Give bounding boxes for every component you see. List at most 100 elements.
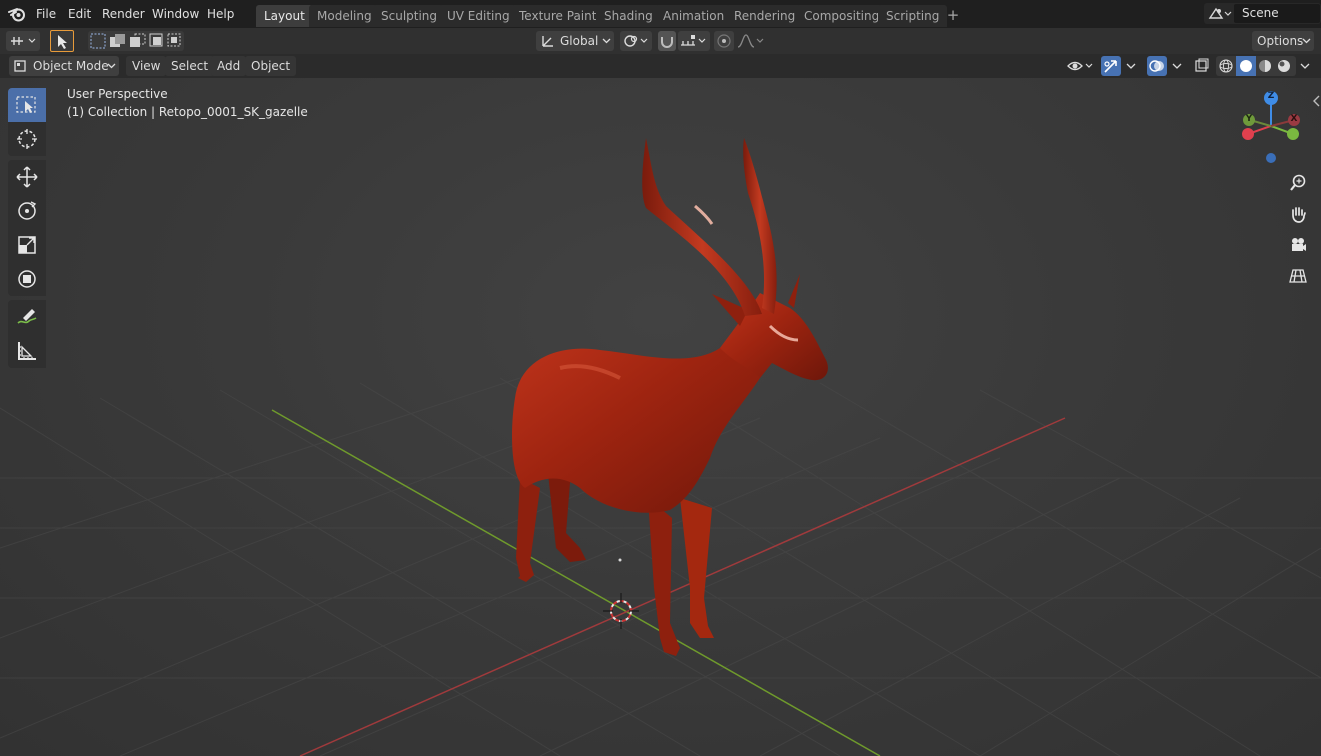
snap-increment-icon	[681, 35, 706, 46]
gizmo-neg-x-axis[interactable]	[1242, 128, 1254, 140]
tool-select-box[interactable]	[8, 88, 46, 122]
menu-window[interactable]: Window	[152, 0, 199, 28]
proportional-editing-toggle[interactable]	[714, 31, 734, 51]
tab-rendering[interactable]: Rendering	[726, 5, 804, 27]
overlays-toggle[interactable]	[1147, 56, 1167, 76]
mode-label: Object Mode	[33, 59, 109, 73]
pan-button[interactable]	[1285, 201, 1311, 227]
tab-scripting[interactable]: Scripting	[878, 5, 948, 27]
mode-selector[interactable]: Object Mode	[9, 56, 119, 76]
tool-move[interactable]	[8, 160, 46, 194]
3d-viewport[interactable]: User Perspective (1) Collection | Retopo…	[0, 78, 1321, 756]
tool-scale[interactable]	[8, 228, 46, 262]
snap-toggle[interactable]	[658, 31, 676, 51]
overlays-icon	[1149, 60, 1164, 72]
select-box-icon	[16, 96, 36, 113]
menu-render[interactable]: Render	[102, 0, 145, 28]
tool-transform[interactable]	[8, 262, 46, 296]
gizmo-dropdown[interactable]	[1123, 56, 1139, 76]
zoom-button[interactable]	[1285, 170, 1311, 196]
tab-sculpting[interactable]: Sculpting	[373, 5, 446, 27]
menu-object[interactable]: Object	[245, 56, 297, 76]
transform-orientation-dropdown[interactable]: Global	[536, 31, 614, 51]
gizmo-z-label: Z	[1267, 91, 1275, 101]
gizmo-toggle[interactable]	[1101, 56, 1121, 76]
ruler-icon	[18, 342, 36, 360]
cursor-arrow-icon	[58, 35, 67, 49]
tool-annotate[interactable]	[8, 300, 46, 334]
camera-view-button[interactable]	[1285, 232, 1311, 258]
transform-orientation-label: Global	[560, 34, 599, 48]
xray-toggle[interactable]	[1193, 56, 1211, 76]
menu-view[interactable]: View	[126, 56, 167, 76]
top-menu-bar: File Edit Render Window Help Layout Mode…	[0, 0, 1321, 28]
options-dropdown[interactable]: Options	[1252, 31, 1314, 51]
select-extend-icon[interactable]	[110, 34, 125, 47]
tool-cursor[interactable]	[8, 122, 46, 156]
viewport-perspective-label: User Perspective	[67, 87, 168, 101]
menu-select[interactable]: Select	[165, 56, 215, 76]
chevron-down-icon	[602, 38, 611, 44]
menu-help[interactable]: Help	[207, 0, 234, 28]
menu-file[interactable]: File	[36, 0, 56, 28]
overlays-dropdown[interactable]	[1169, 56, 1185, 76]
gizmo-y-label: Y	[1245, 114, 1253, 124]
wireframe-shading-icon[interactable]	[1219, 59, 1233, 73]
select-new-icon[interactable]	[90, 33, 106, 49]
eye-icon	[1067, 61, 1093, 71]
magnifier-icon	[1290, 174, 1306, 191]
transform-icon	[18, 270, 36, 288]
tool-settings-header: Global Options	[0, 28, 1321, 54]
gizmo-neg-z-axis[interactable]	[1266, 153, 1276, 163]
camera-icon	[1292, 238, 1306, 251]
falloff-curve-icon	[737, 34, 764, 48]
chevron-down-icon	[1172, 63, 1182, 69]
gizmo-neg-y-axis[interactable]	[1287, 128, 1299, 140]
orientation-global-icon	[542, 36, 553, 47]
perspective-toggle-button[interactable]	[1285, 263, 1311, 289]
tab-shading[interactable]: Shading	[596, 5, 661, 27]
select-invert-icon[interactable]	[149, 33, 163, 47]
select-box-tool-button[interactable]	[50, 30, 74, 52]
rotate-icon	[18, 201, 37, 220]
select-subtract-icon[interactable]	[130, 33, 146, 47]
tool-rotate[interactable]	[8, 194, 46, 228]
blender-logo-icon[interactable]	[8, 6, 26, 22]
shading-mode-group	[1216, 56, 1296, 76]
select-intersect-icon[interactable]	[167, 33, 181, 47]
tab-animation[interactable]: Animation	[655, 5, 733, 27]
options-label: Options	[1257, 34, 1304, 48]
pivot-point-dropdown[interactable]	[620, 31, 652, 51]
rendered-shading-icon[interactable]	[1278, 60, 1290, 72]
solid-shading-icon[interactable]	[1240, 60, 1252, 72]
tab-modeling[interactable]: Modeling	[309, 5, 380, 27]
tab-uv-editing[interactable]: UV Editing	[439, 5, 518, 27]
menu-edit[interactable]: Edit	[68, 0, 91, 28]
left-toolbar	[8, 88, 50, 372]
scene-name-field[interactable]: Scene	[1234, 4, 1320, 23]
tool-measure[interactable]	[8, 334, 46, 368]
object-mode-icon	[14, 60, 26, 72]
snap-target-dropdown[interactable]	[678, 31, 710, 51]
sidebar-expand-arrow[interactable]	[1312, 94, 1321, 108]
tab-compositing[interactable]: Compositing	[796, 5, 888, 27]
tool-options-dropdown[interactable]	[6, 31, 40, 51]
pivot-link-icon	[624, 35, 648, 47]
material-shading-icon[interactable]	[1259, 60, 1271, 72]
tab-layout[interactable]: Layout	[256, 5, 313, 27]
xray-icon	[1195, 58, 1209, 72]
chevron-down-icon	[1300, 63, 1310, 69]
gizmo-arrow-icon	[1104, 60, 1117, 73]
tab-texture-paint[interactable]: Texture Paint	[511, 5, 605, 27]
chevron-down-icon	[1302, 38, 1311, 44]
menu-add[interactable]: Add	[211, 56, 247, 76]
visibility-dropdown[interactable]	[1066, 56, 1096, 76]
proportional-edit-icon	[717, 34, 731, 48]
viewport-header: Object Mode View Select Add Object	[0, 54, 1321, 78]
add-workspace-button[interactable]: +	[944, 4, 962, 26]
grid-perspective-icon	[1289, 269, 1307, 283]
gazelle-model[interactable]	[512, 138, 828, 656]
shading-dropdown[interactable]	[1297, 56, 1313, 76]
navigation-gizmo[interactable]: Z Y X	[1236, 88, 1306, 168]
proportional-falloff-dropdown[interactable]	[736, 31, 766, 51]
